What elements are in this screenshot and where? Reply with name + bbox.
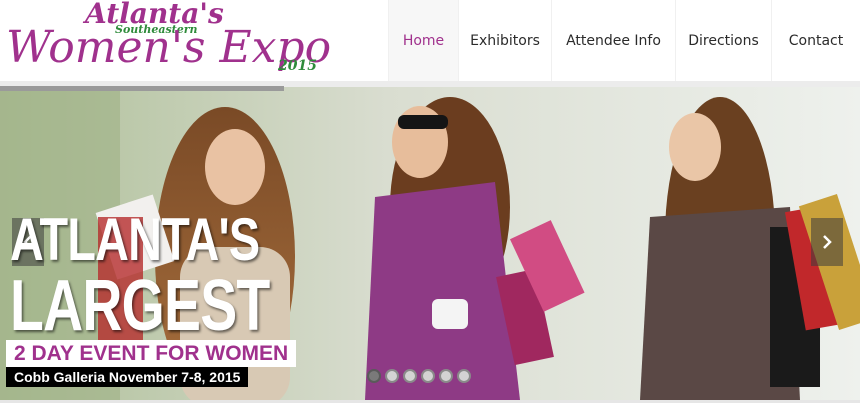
event-date-location: Cobb Galleria November 7-8, 2015 <box>6 367 249 387</box>
headline-line-1: ATLANTA'S <box>10 206 260 273</box>
slider-dot[interactable] <box>439 369 453 383</box>
slider-dot[interactable] <box>385 369 399 383</box>
slider-dot[interactable] <box>367 369 381 383</box>
slider-pagination <box>367 369 471 383</box>
nav-home[interactable]: Home <box>388 0 458 81</box>
slider-progress-fill <box>0 86 284 91</box>
nav-attendee-info[interactable]: Attendee Info <box>551 0 675 81</box>
chevron-right-icon <box>823 235 832 249</box>
slider-dot[interactable] <box>457 369 471 383</box>
expo-logo[interactable]: Atlanta's Southeastern Women's Expo 2015 <box>0 0 330 81</box>
headline-line-2: LARGEST <box>10 266 270 346</box>
slider-progress-bar <box>0 86 860 91</box>
slider-dot[interactable] <box>403 369 417 383</box>
slider-next-button[interactable] <box>811 218 843 266</box>
nav-exhibitors[interactable]: Exhibitors <box>458 0 551 81</box>
hero-slider: ATLANTA'S LARGEST 2 DAY EVENT FOR WOMEN … <box>0 87 860 400</box>
logo-year: 2015 <box>277 58 317 74</box>
nav-contact[interactable]: Contact <box>771 0 860 81</box>
slider-dot[interactable] <box>421 369 435 383</box>
main-nav: Home Exhibitors Attendee Info Directions… <box>388 0 860 81</box>
nav-directions[interactable]: Directions <box>675 0 771 81</box>
site-header: Atlanta's Southeastern Women's Expo 2015… <box>0 0 860 81</box>
event-tagline: 2 DAY EVENT FOR WOMEN <box>6 340 297 367</box>
